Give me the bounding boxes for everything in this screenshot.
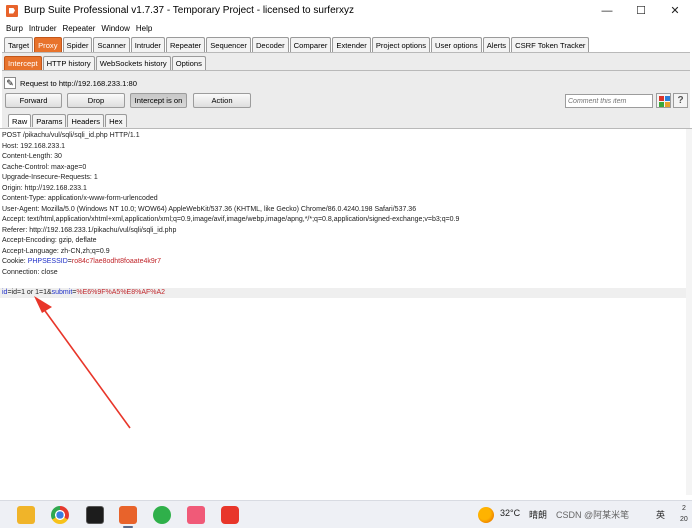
- pink-app-icon[interactable]: [187, 506, 205, 524]
- menu-burp[interactable]: Burp: [6, 24, 23, 33]
- color-swatch-red-icon: [659, 96, 664, 101]
- tab-params[interactable]: Params: [32, 114, 67, 127]
- tab-http-history[interactable]: HTTP history: [42, 56, 95, 70]
- weather-temperature: 32°C: [500, 508, 521, 518]
- tab-target[interactable]: Target: [4, 37, 34, 52]
- cookie-name: PHPSESSID: [27, 258, 68, 265]
- tab-extender[interactable]: Extender: [332, 37, 371, 52]
- request-header-line: Content-Length: 30: [2, 153, 62, 160]
- tab-project-options[interactable]: Project options: [371, 37, 431, 52]
- cookie-prefix: Cookie:: [2, 258, 28, 265]
- request-body-line: id=id=1 or 1=1&submit=%E6%9F%A5%E8%AF%A2: [2, 288, 165, 298]
- param-name: submit: [51, 289, 73, 296]
- cookie-line: Cookie: PHPSESSID=ro84c7lae8odht8foaate4…: [2, 257, 161, 267]
- request-header-line: Referer: http://192.168.233.1/pikachu/vu…: [2, 226, 177, 234]
- wps-office-icon[interactable]: [221, 506, 239, 524]
- color-swatch-green-icon: [659, 102, 664, 107]
- request-line: POST /pikachu/vul/sqli/sqli_id.php HTTP/…: [2, 132, 140, 139]
- tab-websockets-history[interactable]: WebSockets history: [95, 56, 171, 70]
- tab-spider[interactable]: Spider: [62, 37, 93, 52]
- color-swatch-orange-icon: [665, 102, 670, 107]
- maximize-button[interactable]: ☐: [624, 0, 658, 21]
- color-swatch-blue-icon: [665, 96, 670, 101]
- burp-logo-icon: [6, 4, 18, 17]
- request-header-line: Accept-Language: zh-CN,zh;q=0.9: [2, 247, 110, 255]
- tab-proxy-options[interactable]: Options: [171, 56, 206, 70]
- menu-window[interactable]: Window: [101, 24, 129, 33]
- tab-hex[interactable]: Hex: [105, 114, 127, 127]
- chrome-icon[interactable]: [51, 506, 69, 524]
- editor-tabs: Raw Params Headers Hex: [8, 114, 128, 127]
- close-button[interactable]: ✕: [658, 0, 692, 21]
- intercept-toggle-button[interactable]: Intercept is on: [130, 93, 187, 108]
- terminal-icon[interactable]: [86, 506, 104, 524]
- subtab-divider: [2, 70, 690, 71]
- request-header-line: User-Agent: Mozilla/5.0 (Windows NT 10.0…: [2, 205, 417, 213]
- tab-intruder[interactable]: Intruder: [130, 37, 165, 52]
- tab-decoder[interactable]: Decoder: [251, 37, 289, 52]
- clock-time: 2: [682, 505, 686, 512]
- menu-repeater[interactable]: Repeater: [62, 24, 95, 33]
- pencil-icon[interactable]: ✎: [4, 77, 16, 89]
- action-button[interactable]: Action: [193, 93, 251, 108]
- burp-suite-icon[interactable]: [119, 506, 137, 524]
- comment-input[interactable]: [565, 94, 653, 108]
- request-header-line: Host: 192.168.233.1: [2, 142, 66, 150]
- request-target-label: Request to http://192.168.233.1:80: [20, 78, 137, 88]
- clock-date: 20: [680, 516, 688, 523]
- windows-taskbar: 32°C 晴朗 CSDN @阿某米笔 英 2 20: [0, 500, 692, 528]
- tab-alerts[interactable]: Alerts: [482, 37, 511, 52]
- tab-headers[interactable]: Headers: [67, 114, 105, 127]
- file-explorer-icon[interactable]: [17, 506, 35, 524]
- request-info: ✎ Request to http://192.168.233.1:80: [4, 76, 137, 90]
- highlight-color-button[interactable]: [656, 93, 671, 108]
- editor-scrollbar[interactable]: [686, 129, 692, 495]
- request-header-line: Content-Type: application/x-www-form-url…: [2, 195, 158, 202]
- menu-help[interactable]: Help: [136, 24, 152, 33]
- green-app-icon[interactable]: [153, 506, 171, 524]
- minimize-button[interactable]: —: [590, 0, 624, 21]
- tab-scanner[interactable]: Scanner: [93, 37, 130, 52]
- main-tabs: Target Proxy Spider Scanner Intruder Rep…: [4, 37, 590, 52]
- tab-csrf-token-tracker[interactable]: CSRF Token Tracker: [511, 37, 590, 52]
- tab-raw[interactable]: Raw: [8, 114, 32, 127]
- tab-repeater[interactable]: Repeater: [165, 37, 206, 52]
- request-header-line: Accept-Encoding: gzip, deflate: [2, 237, 97, 244]
- proxy-tabs: Intercept HTTP history WebSockets histor…: [4, 56, 207, 70]
- cookie-value: ro84c7lae8odht8foaate4k9r7: [71, 258, 161, 265]
- tab-sequencer[interactable]: Sequencer: [206, 37, 251, 52]
- ime-indicator[interactable]: 英: [656, 508, 665, 521]
- menu-intruder[interactable]: Intruder: [29, 24, 57, 33]
- request-header-line: Origin: http://192.168.233.1: [2, 184, 87, 192]
- window-title: Burp Suite Professional v1.7.37 - Tempor…: [24, 5, 354, 16]
- request-editor[interactable]: POST /pikachu/vul/sqli/sqli_id.php HTTP/…: [0, 128, 692, 495]
- param-value: %E6%9F%A5%E8%AF%A2: [76, 289, 166, 296]
- tab-user-options[interactable]: User options: [431, 37, 482, 52]
- weather-description: 晴朗: [529, 510, 548, 520]
- csdn-watermark: CSDN @阿某米笔: [556, 510, 630, 520]
- tab-proxy[interactable]: Proxy: [34, 37, 62, 52]
- forward-button[interactable]: Forward: [5, 93, 62, 108]
- request-header-line: Cache-Control: max-age=0: [2, 163, 87, 171]
- param-value-injected: id=1 or 1=1: [11, 289, 47, 296]
- tab-comparer[interactable]: Comparer: [289, 37, 332, 52]
- tab-intercept[interactable]: Intercept: [4, 56, 42, 70]
- help-button[interactable]: ?: [673, 93, 688, 108]
- drop-button[interactable]: Drop: [67, 93, 125, 108]
- request-header-line: Accept: text/html,application/xhtml+xml,…: [2, 216, 460, 223]
- title-bar: Burp Suite Professional v1.7.37 - Tempor…: [0, 0, 692, 21]
- weather-sun-icon[interactable]: [478, 507, 494, 523]
- request-header-line: Connection: close: [2, 268, 58, 276]
- request-header-line: Upgrade-Insecure-Requests: 1: [2, 174, 98, 181]
- menu-bar: Burp Intruder Repeater Window Help: [0, 21, 692, 35]
